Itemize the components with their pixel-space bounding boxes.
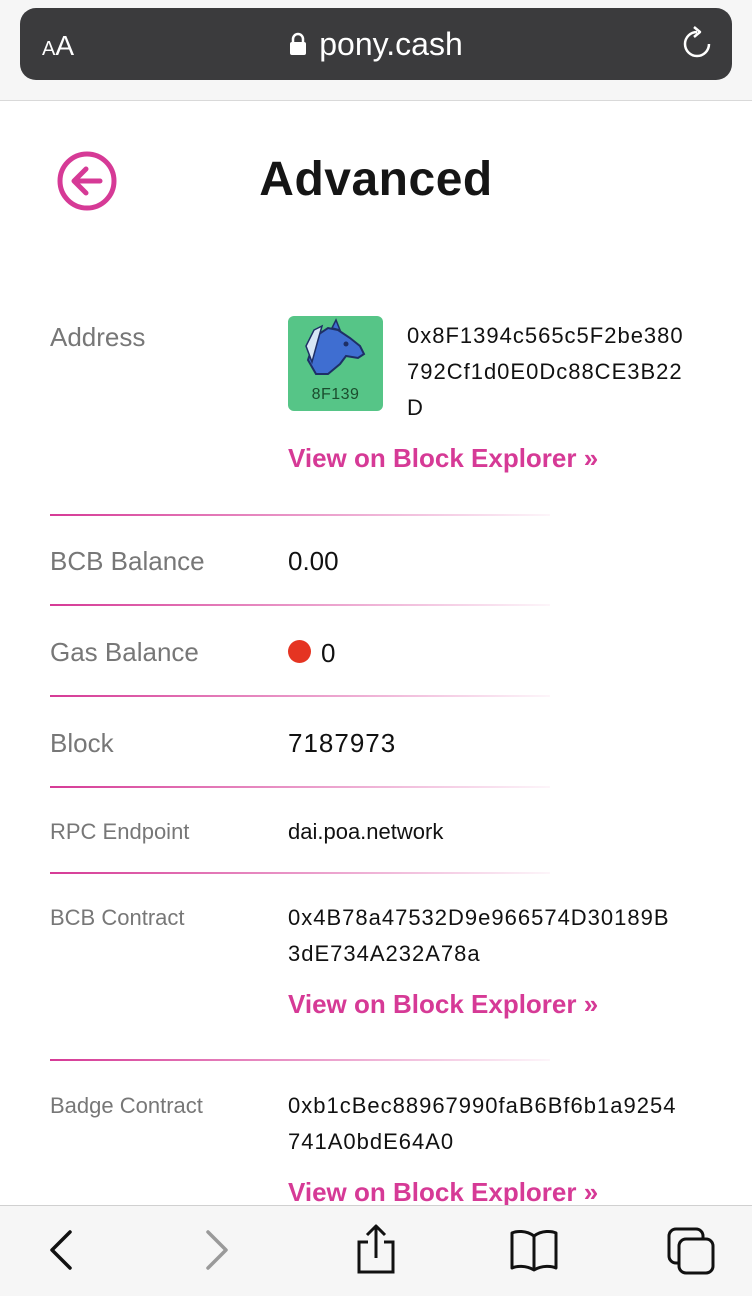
bcb-contract-explorer-link[interactable]: View on Block Explorer »: [288, 989, 598, 1020]
gas-status-dot-icon: [288, 640, 311, 663]
lock-icon: [290, 32, 307, 55]
badge-contract-label: Badge Contract: [50, 1093, 203, 1118]
page-title: Advanced: [259, 153, 493, 206]
bcb-contract-line-1: 0x4B78a47532D9e966574D30189B: [288, 905, 670, 930]
address-line-1: 0x8F1394c565c5F2be380: [407, 323, 684, 348]
browser-top-bar: AA pony.cash: [0, 0, 752, 101]
tabs-icon[interactable]: [666, 1226, 718, 1276]
bcb-contract-line-2: 3dE734A232A78a: [288, 941, 481, 966]
address-explorer-link[interactable]: View on Block Explorer »: [288, 443, 598, 474]
chevron-left-icon[interactable]: [46, 1228, 76, 1272]
address-line-3: D: [407, 395, 424, 420]
avatar-id-text: 8F139: [311, 386, 360, 403]
browser-bottom-toolbar: [0, 1205, 752, 1296]
bcb-balance-label: BCB Balance: [50, 546, 205, 576]
address-bar[interactable]: AA pony.cash: [20, 8, 732, 80]
address-value: 0x8F1394c565c5F2be380 792Cf1d0E0Dc88CE3B…: [407, 318, 684, 426]
book-icon[interactable]: [508, 1228, 560, 1272]
url-display[interactable]: pony.cash: [20, 26, 732, 63]
reload-icon[interactable]: [680, 26, 714, 62]
chevron-right-icon[interactable]: [202, 1228, 232, 1272]
badge-contract-line-1: 0xb1cBec88967990faB6Bf6b1a9254: [288, 1093, 677, 1118]
divider: [50, 695, 550, 697]
divider: [50, 514, 550, 516]
url-text: pony.cash: [319, 26, 463, 62]
badge-contract-value: 0xb1cBec88967990faB6Bf6b1a9254 741A0bdE6…: [288, 1088, 676, 1160]
bcb-contract-value: 0x4B78a47532D9e966574D30189B 3dE734A232A…: [288, 900, 670, 972]
bcb-balance-value: 0.00: [288, 546, 339, 576]
badge-contract-line-2: 741A0bdE64A0: [288, 1129, 455, 1154]
badge-contract-explorer-link[interactable]: View on Block Explorer »: [288, 1177, 598, 1208]
divider: [50, 786, 550, 788]
rpc-endpoint-label: RPC Endpoint: [50, 819, 190, 844]
bcb-contract-label: BCB Contract: [50, 905, 185, 930]
gas-balance-label: Gas Balance: [50, 637, 199, 667]
block-label: Block: [50, 728, 114, 758]
pony-avatar: 8F139: [288, 316, 383, 411]
divider: [50, 604, 550, 606]
share-icon[interactable]: [355, 1224, 397, 1276]
pony-avatar-icon: [305, 318, 366, 375]
gas-balance-value: 0: [321, 638, 336, 668]
divider: [50, 872, 550, 874]
address-line-2: 792Cf1d0E0Dc88CE3B22: [407, 359, 683, 384]
rpc-endpoint-value: dai.poa.network: [288, 819, 444, 844]
block-value: 7187973: [288, 728, 397, 758]
address-label: Address: [50, 322, 146, 352]
divider: [50, 1059, 550, 1061]
